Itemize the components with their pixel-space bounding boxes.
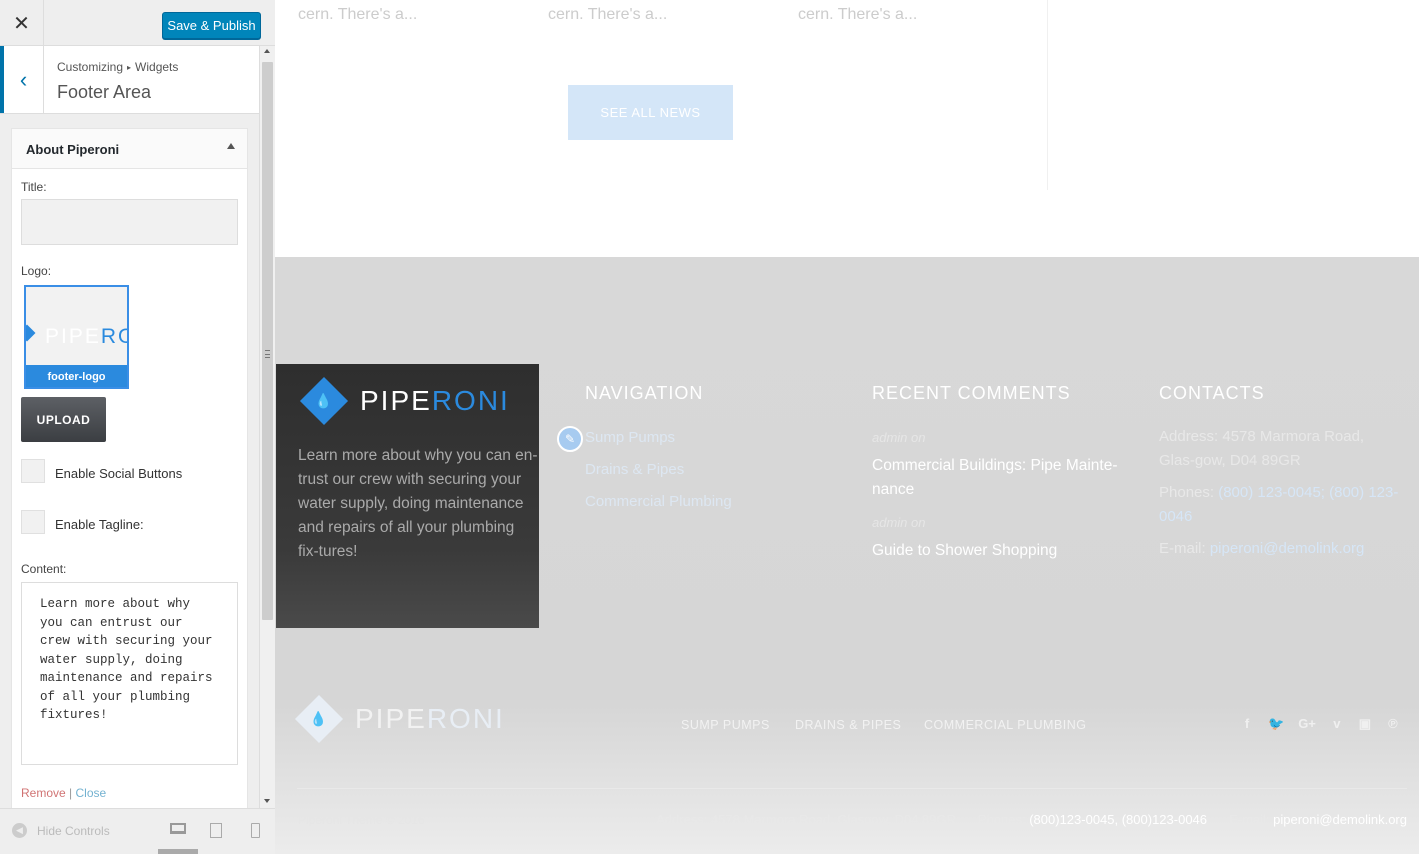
edit-shortcut-pencil-icon[interactable]: ✎ xyxy=(557,426,583,452)
enable-tagline-label: Enable Tagline: xyxy=(55,517,144,532)
site-footer: 💧 PIPERONI Learn more about why you can … xyxy=(275,257,1419,854)
hide-controls-button[interactable]: ◀ Hide Controls xyxy=(12,823,110,838)
active-device-indicator xyxy=(158,849,198,854)
collapse-arrow-icon[interactable] xyxy=(227,143,235,149)
bottom-nav-sump-pumps[interactable]: SUMP PUMPS xyxy=(681,718,770,732)
contact-phones: Phones: (800) 123-0045; (800) 123-0046 xyxy=(1159,484,1399,525)
sidebar-scroll-area: ‹ Customizing ▸ Widgets Footer Area About … xyxy=(0,46,259,808)
logo-text: PIPERONI xyxy=(360,385,510,416)
enable-social-label: Enable Social Buttons xyxy=(55,466,183,481)
close-link[interactable]: Close xyxy=(76,786,107,800)
about-widget: 💧 PIPERONI Learn more about why you can … xyxy=(276,364,539,628)
enable-tagline-checkbox[interactable] xyxy=(21,510,45,534)
logo-text: PIPERONI xyxy=(355,703,505,734)
widget-about-piperoni: About Piperoni Title: Logo: PIPERO foote… xyxy=(11,128,248,808)
breadcrumb-root: Customizing xyxy=(57,60,124,74)
remove-link[interactable]: Remove xyxy=(21,786,66,800)
title-label: Title: xyxy=(21,180,47,194)
back-button[interactable]: ‹ xyxy=(0,46,44,113)
bottom-nav-drains-pipes[interactable]: DRAINS & PIPES xyxy=(795,718,901,732)
comment-link[interactable]: Guide to Shower Shopping xyxy=(872,539,1122,563)
section-header: ‹ Customizing ▸ Widgets Footer Area xyxy=(0,46,259,114)
customizer-footer: ◀ Hide Controls xyxy=(0,808,275,854)
enable-social-checkbox[interactable] xyxy=(21,459,45,483)
pinterest-icon[interactable]: ℗ xyxy=(1386,716,1400,732)
widget-actions: Remove | Close xyxy=(21,786,106,800)
desktop-preview-icon[interactable] xyxy=(170,823,186,834)
mobile-preview-icon[interactable] xyxy=(251,823,260,838)
logo-mark: 💧 xyxy=(294,694,344,744)
logo-mark: 💧 xyxy=(299,376,349,426)
comment-meta: admin on xyxy=(872,430,926,445)
email-link[interactable]: piperoni@demolink.org xyxy=(1210,540,1364,557)
logo-thumbnail[interactable]: PIPERO footer-logo xyxy=(24,285,129,389)
breadcrumb-separator-icon: ▸ xyxy=(127,63,132,72)
sidebar-scrollbar[interactable] xyxy=(259,46,275,808)
widget-title: About Piperoni xyxy=(26,142,120,157)
bottom-email-link[interactable]: piperoni@demolink.org xyxy=(1273,812,1407,827)
nav-link-commercial-plumbing[interactable]: Commercial Plumbing xyxy=(585,493,732,510)
youtube-icon[interactable]: ▣ xyxy=(1358,716,1372,732)
bottom-contacts: Address: 4578 Marmora Road, Glasgow, D04… xyxy=(656,812,1407,827)
see-all-news-button[interactable]: SEE ALL NEWS xyxy=(568,85,733,140)
sidebar-header: ✕ Save & Publish xyxy=(0,0,275,46)
google-plus-icon[interactable]: G+ xyxy=(1298,716,1316,732)
bottom-nav-commercial-plumbing[interactable]: COMMERCIAL PLUMBING xyxy=(924,718,1087,732)
contact-email: E-mail: piperoni@demolink.org xyxy=(1159,540,1365,557)
nav-link-sump-pumps[interactable]: Sump Pumps xyxy=(585,429,675,446)
bottom-phone-link[interactable]: (800)123-0045, (800)123-0046 xyxy=(1029,812,1207,827)
social-links: f 🐦 G+ v ▣ ℗ xyxy=(1240,716,1400,732)
tablet-preview-icon[interactable] xyxy=(210,823,222,838)
breadcrumb: Customizing ▸ Widgets xyxy=(57,60,178,74)
scroll-down-icon[interactable] xyxy=(264,799,270,803)
news-excerpt: cern. There's a... xyxy=(298,6,418,23)
nav-link-drains-pipes[interactable]: Drains & Pipes xyxy=(585,461,684,478)
title-input[interactable] xyxy=(21,199,238,245)
upload-button[interactable]: UPLOAD xyxy=(21,397,106,442)
copyright: Piperoni Theme © 2016 xyxy=(298,813,425,827)
divider xyxy=(1047,0,1048,190)
grip-icon xyxy=(265,350,270,358)
bottom-address: Address: 4578 Marmora Road, Glasgow, D04… xyxy=(656,812,956,827)
bottom-logo[interactable]: 💧 PIPERONI xyxy=(294,694,505,744)
breadcrumb-leaf: Widgets xyxy=(135,60,179,74)
footer-divider xyxy=(297,788,1407,789)
widget-header[interactable]: About Piperoni xyxy=(12,129,247,169)
site-preview: cern. There's a... cern. There's a... ce… xyxy=(275,0,1419,854)
logo-label: Logo: xyxy=(21,264,52,278)
chevron-left-icon: ‹ xyxy=(19,66,28,92)
comment-meta: admin on xyxy=(872,515,926,530)
news-excerpt: cern. There's a... xyxy=(798,6,918,23)
logo-preview-text: PIPERO xyxy=(45,325,127,348)
vimeo-icon[interactable]: v xyxy=(1330,716,1344,732)
customizer-app: ✕ Save & Publish ‹ Customizing ▸ Widgets F… xyxy=(0,0,1419,854)
logo-filename: footer-logo xyxy=(47,371,106,383)
content-textarea[interactable]: Learn more about why you can entrust our… xyxy=(21,582,238,765)
customizer-sidebar: ✕ Save & Publish ‹ Customizing ▸ Widgets F… xyxy=(0,0,275,854)
scrollbar-thumb[interactable] xyxy=(262,62,273,620)
contact-address: Address: 4578 Marmora Road, Glas-gow, D0… xyxy=(1159,428,1365,469)
facebook-icon[interactable]: f xyxy=(1240,716,1254,732)
contacts-heading: CONTACTS xyxy=(1159,383,1265,403)
about-text: Learn more about why you can en-trust ou… xyxy=(298,447,538,560)
collapse-icon: ◀ xyxy=(12,823,27,838)
footer-logo: 💧 PIPERONI xyxy=(299,376,510,426)
water-drop-icon: 💧 xyxy=(310,710,328,727)
water-drop-icon: 💧 xyxy=(315,392,333,409)
twitter-icon[interactable]: 🐦 xyxy=(1268,716,1284,732)
comment-link[interactable]: Commercial Buildings: Pipe Mainte-nance xyxy=(872,454,1122,502)
close-customizer-button[interactable]: ✕ xyxy=(0,0,44,46)
recent-comments-heading: RECENT COMMENTS xyxy=(872,383,1071,403)
logo-preview-image: PIPERO xyxy=(26,287,127,365)
news-excerpt: cern. There's a... xyxy=(548,6,668,23)
section-title: Footer Area xyxy=(57,82,152,102)
content-label: Content: xyxy=(21,562,67,576)
scroll-up-icon[interactable] xyxy=(264,49,270,53)
actions-separator: | xyxy=(69,786,73,800)
navigation-heading: NAVIGATION xyxy=(585,383,704,403)
close-icon: ✕ xyxy=(13,12,30,35)
save-publish-button[interactable]: Save & Publish xyxy=(162,12,261,39)
hide-controls-label: Hide Controls xyxy=(37,823,110,838)
logo-diamond-icon xyxy=(26,324,36,342)
